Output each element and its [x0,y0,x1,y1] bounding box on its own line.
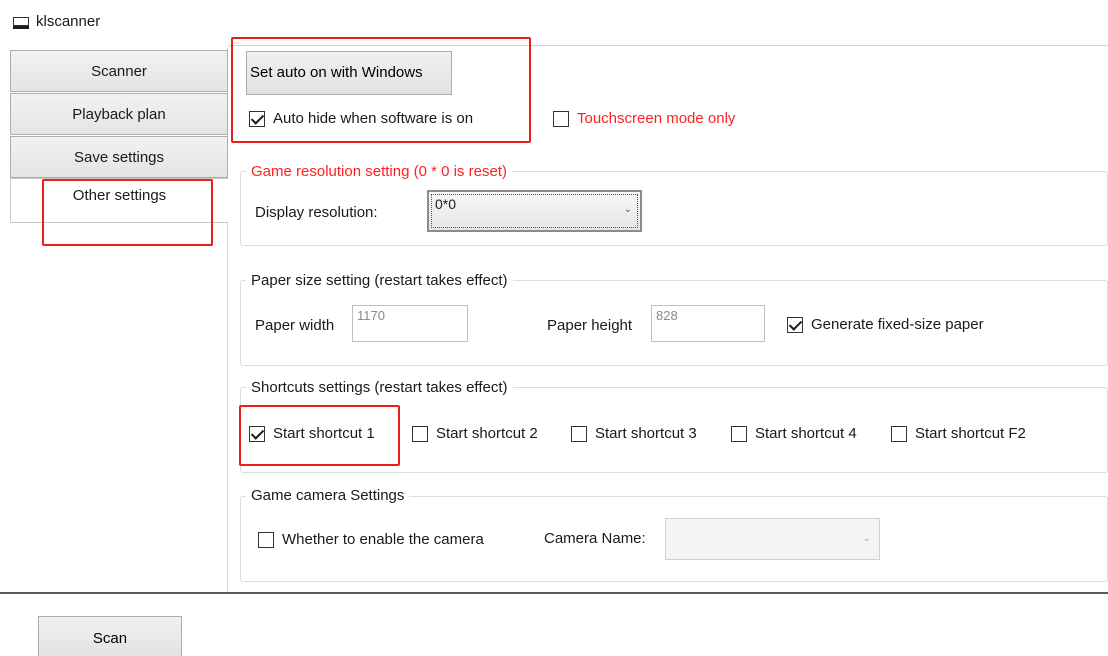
start-shortcut-1-label: Start shortcut 1 [273,425,375,442]
autostart-windows-button[interactable]: Set auto on with Windows [246,51,452,95]
camera-title: Game camera Settings [246,487,410,504]
title-bar: klscanner [0,0,1108,40]
display-resolution-value: 0*0 [435,196,457,212]
game-resolution-title: Game resolution setting (0 * 0 is reset) [246,163,512,180]
enable-camera-label: Whether to enable the camera [282,531,484,548]
checkbox-unchecked-icon [731,425,747,442]
chevron-down-icon: ⌄ [623,204,632,215]
paper-height-input[interactable]: 828 [651,305,765,342]
start-shortcut-3-label: Start shortcut 3 [595,425,697,442]
nav-scanner-button[interactable]: Scanner [10,50,228,92]
settings-nav: Scanner Playback plan Save settings Othe… [8,48,228,592]
checkbox-checked-icon [249,110,265,127]
paper-height-label: Paper height [547,317,633,334]
nav-save-settings-button[interactable]: Save settings [10,136,228,178]
fixed-size-paper-label: Generate fixed-size paper [811,316,984,333]
fixed-size-paper-checkbox[interactable]: Generate fixed-size paper [787,316,984,333]
window-title: klscanner [36,13,101,30]
touchscreen-mode-checkbox[interactable]: Touchscreen mode only [553,110,735,127]
camera-name-label: Camera Name: [544,530,646,547]
paper-width-label: Paper width [255,317,335,334]
checkbox-checked-icon [249,425,265,442]
start-shortcut-f2-checkbox[interactable]: Start shortcut F2 [891,425,1026,442]
checkbox-unchecked-icon [571,425,587,442]
start-shortcut-3-checkbox[interactable]: Start shortcut 3 [571,425,697,442]
display-resolution-label: Display resolution: [255,204,378,221]
start-shortcut-2-label: Start shortcut 2 [436,425,538,442]
nav-other-settings-button[interactable]: Other settings [10,178,228,223]
checkbox-unchecked-icon [891,425,907,442]
display-resolution-dropdown[interactable]: 0*0 ⌄ [427,190,642,232]
auto-hide-checkbox[interactable]: Auto hide when software is on [249,110,473,127]
auto-hide-label: Auto hide when software is on [273,110,474,127]
nav-playback-plan-button[interactable]: Playback plan [10,93,228,135]
shortcuts-title: Shortcuts settings (restart takes effect… [246,379,513,396]
scanner-app-icon [13,17,29,29]
start-shortcut-4-checkbox[interactable]: Start shortcut 4 [731,425,857,442]
scan-button[interactable]: Scan [38,616,182,656]
checkbox-unchecked-icon [258,531,274,548]
touchscreen-mode-label: Touchscreen mode only [577,110,736,127]
footer-divider [0,592,1108,594]
start-shortcut-1-checkbox[interactable]: Start shortcut 1 [249,425,375,442]
checkbox-unchecked-icon [412,425,428,442]
chevron-down-icon: ⌄ [862,533,871,544]
checkbox-unchecked-icon [553,110,569,127]
start-shortcut-2-checkbox[interactable]: Start shortcut 2 [412,425,538,442]
camera-name-dropdown[interactable]: ⌄ [665,518,880,560]
enable-camera-checkbox[interactable]: Whether to enable the camera [258,531,484,548]
start-shortcut-f2-label: Start shortcut F2 [915,425,1026,442]
checkbox-checked-icon [787,316,803,333]
start-shortcut-4-label: Start shortcut 4 [755,425,857,442]
paper-size-title: Paper size setting (restart takes effect… [246,272,513,289]
paper-width-input[interactable]: 1170 [352,305,468,342]
